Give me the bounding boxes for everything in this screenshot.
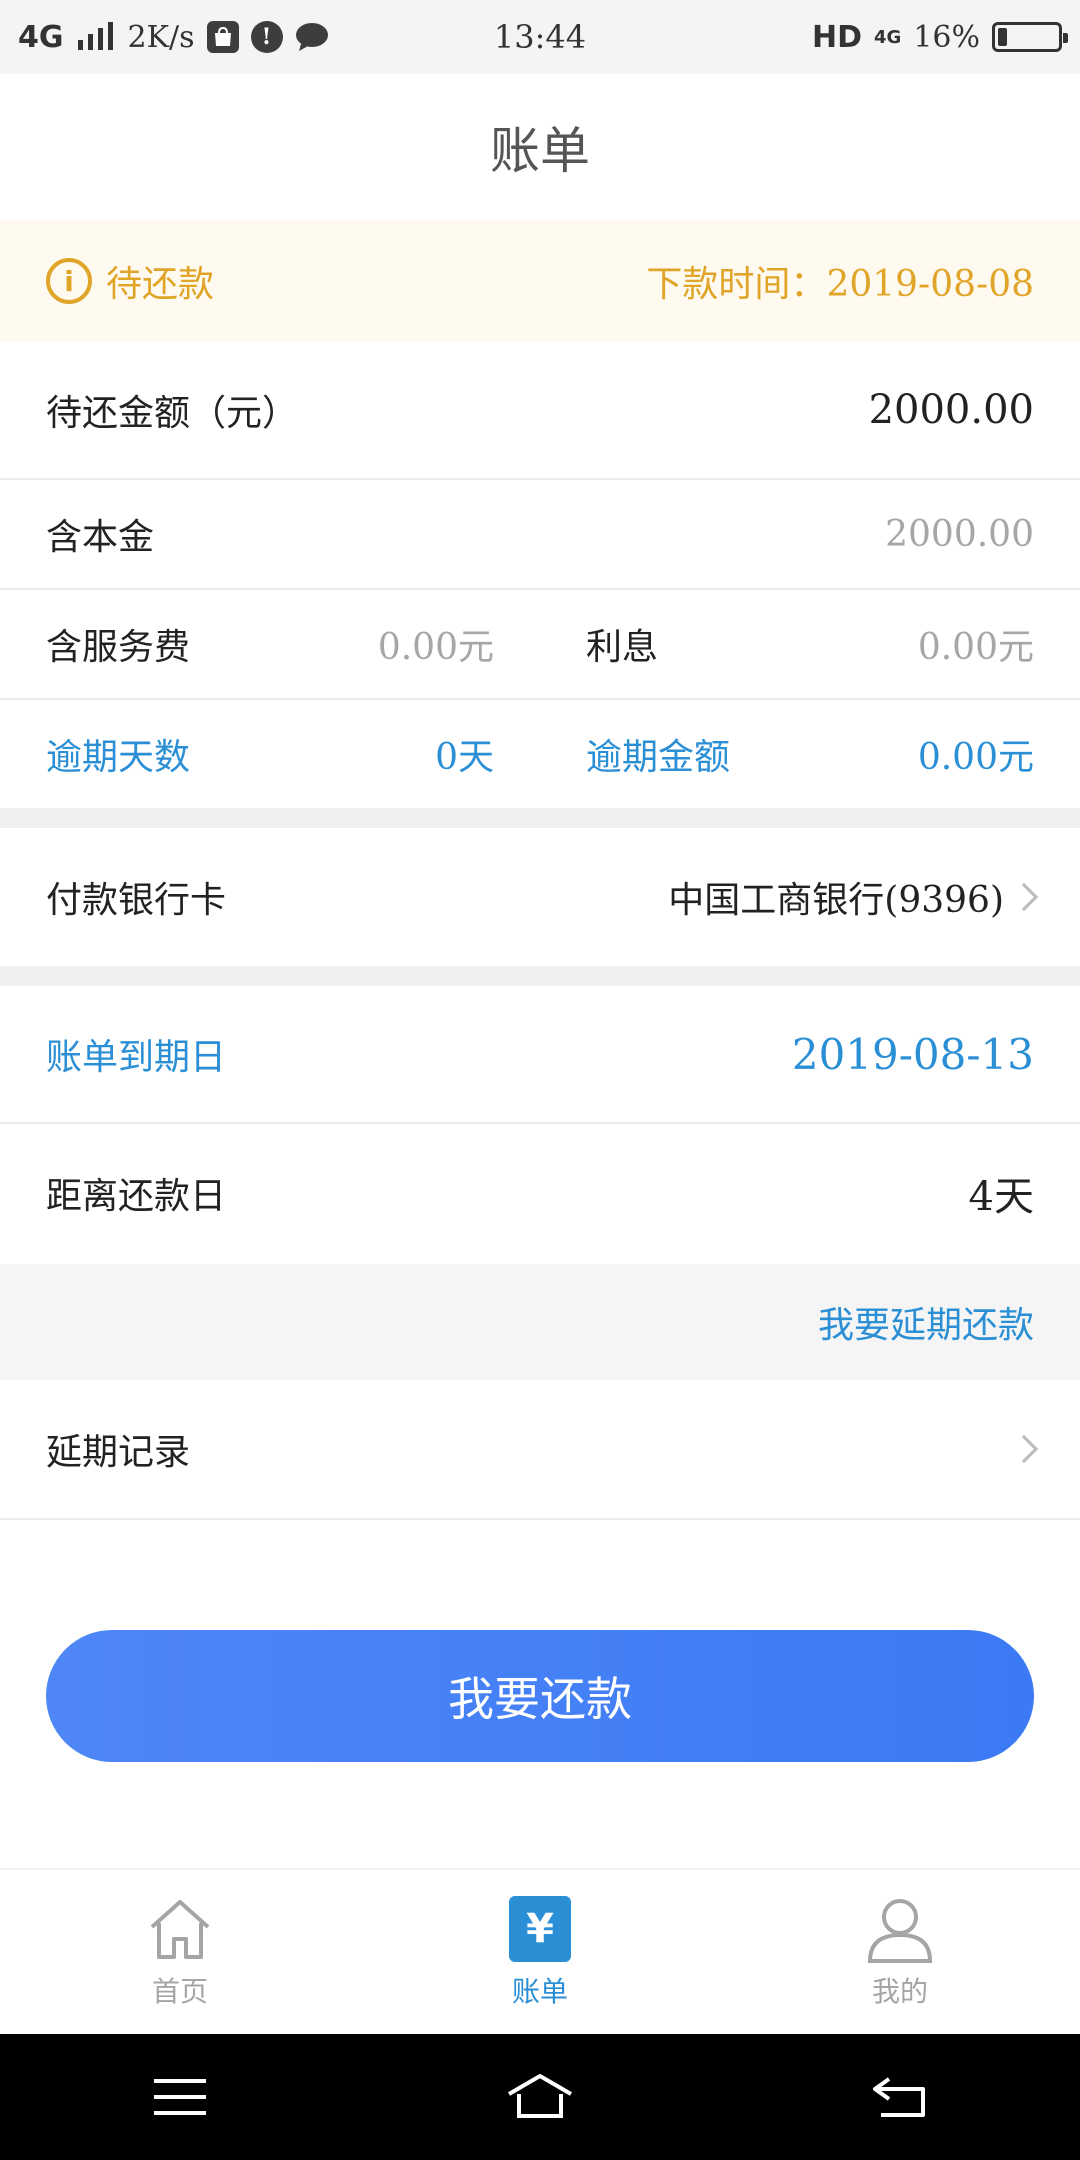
menu-icon <box>154 2079 206 2115</box>
overdue-days-label: 逾期天数 <box>46 737 191 778</box>
due-date-label: 账单到期日 <box>46 1037 227 1078</box>
section-gap <box>0 966 1080 986</box>
amount-due-label: 待还金额（元） <box>46 393 299 434</box>
tab-home-label: 首页 <box>151 1975 208 2008</box>
payment-card-selector[interactable]: 中国工商银行(9396) <box>668 871 1039 923</box>
menu-button[interactable] <box>120 2057 240 2137</box>
network-speed: 2K/s <box>127 19 195 55</box>
tab-home[interactable]: 首页 <box>80 1894 280 2010</box>
overdue-row: 逾期天数 0天 逾期金额 0.00元 <box>0 700 1080 808</box>
payment-card-value: 中国工商银行(9396) <box>668 880 1004 921</box>
tab-mine-label: 我的 <box>871 1975 928 2008</box>
amount-due-row: 待还金额（元） 2000.00 <box>0 342 1080 478</box>
home-outline-icon <box>507 2074 573 2118</box>
system-nav-bar <box>0 2034 1080 2160</box>
extension-record-row[interactable]: 延期记录 <box>0 1380 1080 1518</box>
due-date-row: 账单到期日 2019-08-13 <box>0 986 1080 1122</box>
status-right: HD 4G 16% <box>811 19 1068 55</box>
overdue-days-value: 0天 <box>435 737 494 778</box>
tab-mine[interactable]: 我的 <box>800 1894 1000 2010</box>
signal-icon <box>77 22 113 50</box>
days-remaining-label: 距离还款日 <box>46 1176 227 1217</box>
notice-disbursement: 下款时间：2019-08-08 <box>646 255 1034 307</box>
extend-link-row: 我要延期还款 <box>0 1264 1080 1380</box>
fee-row: 含服务费 0.00元 利息 0.00元 <box>0 590 1080 698</box>
repay-button[interactable]: 我要还款 <box>46 1630 1034 1762</box>
divider <box>0 1518 1080 1520</box>
overdue-amount-cell: 逾期金额 0.00元 <box>540 728 1034 780</box>
notification-bag-icon <box>206 21 239 53</box>
bottom-tab-bar: 首页 ¥ 账单 我的 <box>0 1868 1080 2034</box>
app-page: 4G 2K/s ! 13:44 HD 4G 16% 账单 i 待还款 下款时间：… <box>0 0 1080 2160</box>
chevron-right-icon <box>1009 882 1039 912</box>
alert-icon: ! <box>250 21 283 53</box>
network-type: 4G <box>18 19 64 55</box>
days-remaining-row: 距离还款日 4天 <box>0 1124 1080 1262</box>
user-icon <box>865 1894 935 1964</box>
yen-icon: ¥ <box>505 1894 575 1964</box>
network-small: 4G <box>874 26 902 48</box>
amount-due-value: 2000.00 <box>868 387 1034 433</box>
principal-value: 2000.00 <box>885 513 1034 555</box>
extension-record-label: 延期记录 <box>46 1432 191 1473</box>
status-left: 4G 2K/s ! <box>18 20 329 55</box>
service-fee-value: 0.00元 <box>377 627 494 668</box>
yen-box: ¥ <box>509 1896 571 1962</box>
tab-bill[interactable]: ¥ 账单 <box>440 1894 640 2010</box>
service-fee-cell: 含服务费 0.00元 <box>46 618 540 670</box>
home-icon <box>145 1894 215 1964</box>
payment-card-label: 付款银行卡 <box>46 880 227 921</box>
interest-label: 利息 <box>586 627 659 668</box>
notice-status: i 待还款 <box>46 255 214 307</box>
principal-row: 含本金 2000.00 <box>0 480 1080 588</box>
battery-percent: 16% <box>913 19 980 55</box>
interest-value: 0.00元 <box>917 627 1034 668</box>
status-notice: i 待还款 下款时间：2019-08-08 <box>0 220 1080 342</box>
chevron-right-icon <box>1009 1434 1039 1464</box>
disbursement-date: 2019-08-08 <box>826 264 1034 305</box>
home-nav-button[interactable] <box>480 2057 600 2137</box>
info-icon: i <box>46 258 92 304</box>
status-bar: 4G 2K/s ! 13:44 HD 4G 16% <box>0 0 1080 74</box>
principal-label: 含本金 <box>46 517 155 558</box>
message-icon <box>295 23 328 51</box>
battery-fill <box>998 28 1008 46</box>
disbursement-label: 下款时间： <box>646 264 827 305</box>
page-title: 账单 <box>490 122 590 180</box>
battery-icon <box>992 22 1068 52</box>
due-date-value: 2019-08-13 <box>791 1029 1034 1079</box>
notice-status-text: 待还款 <box>106 264 215 305</box>
days-remaining-value: 4天 <box>968 1174 1034 1220</box>
service-fee-label: 含服务费 <box>46 627 191 668</box>
section-gap <box>0 808 1080 828</box>
back-button[interactable] <box>840 2057 960 2137</box>
interest-cell: 利息 0.00元 <box>540 618 1034 670</box>
back-icon <box>873 2077 925 2117</box>
hd-indicator: HD <box>811 19 862 55</box>
payment-card-row[interactable]: 付款银行卡 中国工商银行(9396) <box>0 828 1080 966</box>
tab-bill-label: 账单 <box>511 1975 568 2008</box>
overdue-days-cell: 逾期天数 0天 <box>46 728 540 780</box>
overdue-amount-label: 逾期金额 <box>586 737 731 778</box>
extend-repayment-link[interactable]: 我要延期还款 <box>818 1296 1034 1348</box>
overdue-amount-value: 0.00元 <box>917 737 1034 778</box>
